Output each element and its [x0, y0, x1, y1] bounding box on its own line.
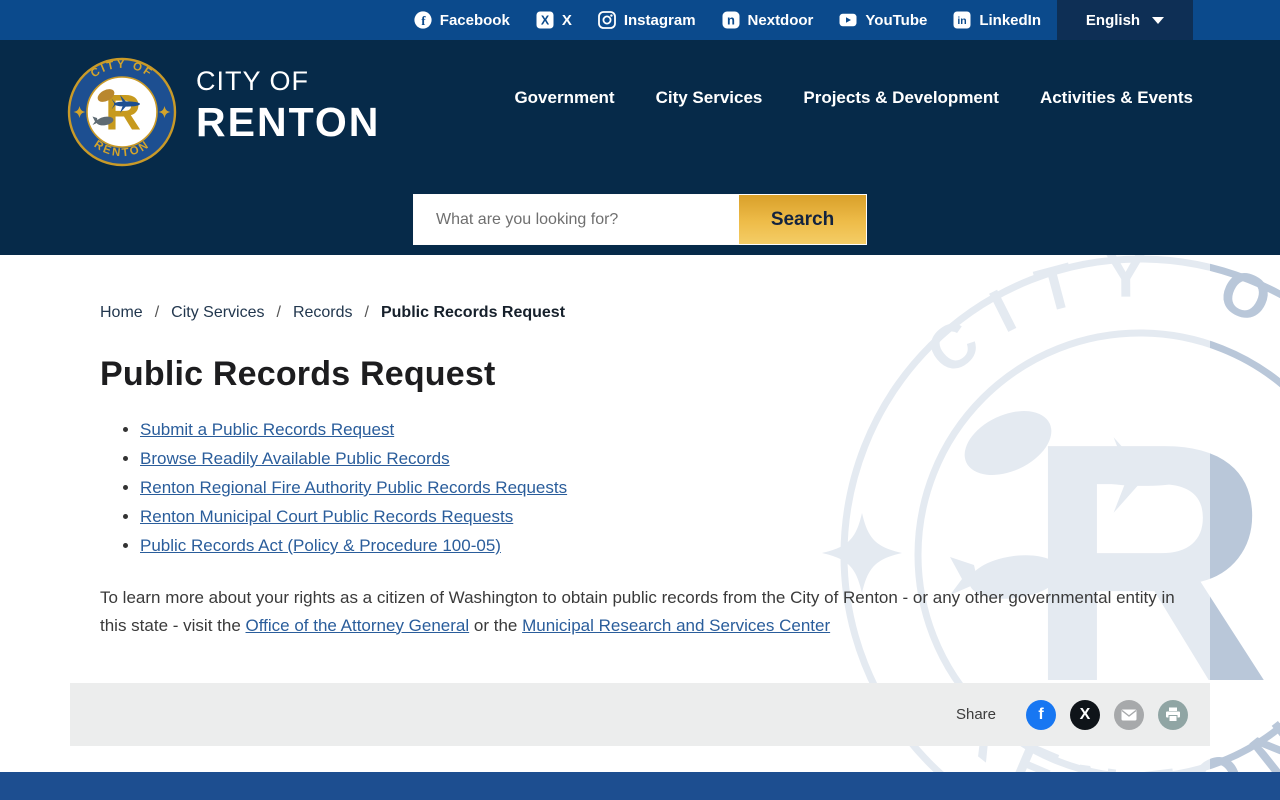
email-icon: [1121, 709, 1137, 720]
list-item: Renton Regional Fire Authority Public Re…: [140, 478, 1210, 498]
breadcrumb-separator: /: [154, 304, 160, 321]
svg-text:n: n: [727, 13, 735, 28]
youtube-link[interactable]: YouTube: [839, 11, 927, 29]
site-search: Search: [413, 194, 867, 245]
paragraph-text: or the: [469, 615, 523, 635]
nav-activities-events[interactable]: Activities & Events: [1040, 88, 1193, 108]
site-header: CITY OF RENTON R CITY OF RENTON Governme…: [0, 40, 1280, 255]
nextdoor-link[interactable]: n Nextdoor: [722, 11, 814, 29]
nav-projects-development[interactable]: Projects & Development: [803, 88, 999, 108]
link-public-records-act[interactable]: Public Records Act (Policy & Procedure 1…: [140, 536, 501, 555]
facebook-label: Facebook: [439, 11, 510, 29]
x-label: X: [561, 11, 572, 29]
instagram-label: Instagram: [623, 11, 696, 29]
share-label: Share: [955, 706, 996, 723]
share-facebook-button[interactable]: f: [1026, 699, 1056, 730]
facebook-link[interactable]: f Facebook: [414, 11, 510, 29]
x-icon: X: [1079, 705, 1091, 723]
link-browse-records[interactable]: Browse Readily Available Public Records: [140, 449, 450, 468]
content-container: Home / City Services / Records / Public …: [70, 304, 1210, 746]
link-attorney-general[interactable]: Office of the Attorney General: [246, 616, 470, 635]
search-button[interactable]: Search: [739, 195, 866, 244]
breadcrumb-separator: /: [364, 304, 369, 321]
site-wordmark[interactable]: CITY OF RENTON: [196, 66, 380, 146]
list-item: Submit a Public Records Request: [140, 420, 1210, 440]
footer-band: [0, 772, 1280, 800]
records-link-list: Submit a Public Records Request Browse R…: [122, 420, 1210, 556]
link-municipal-court[interactable]: Renton Municipal Court Public Records Re…: [140, 507, 513, 526]
linkedin-label: LinkedIn: [979, 11, 1041, 29]
body-paragraph: To learn more about your rights as a cit…: [100, 584, 1180, 639]
nav-city-services[interactable]: City Services: [656, 88, 763, 108]
link-submit-request[interactable]: Submit a Public Records Request: [140, 420, 394, 439]
language-label: English: [1085, 11, 1141, 29]
linkedin-icon: in: [953, 11, 971, 29]
share-email-button[interactable]: [1114, 699, 1144, 730]
share-bar: Share f X: [70, 683, 1210, 746]
chevron-down-icon: [1152, 16, 1165, 24]
list-item: Renton Municipal Court Public Records Re…: [140, 507, 1210, 527]
list-item: Public Records Act (Policy & Procedure 1…: [140, 536, 1210, 556]
nextdoor-icon: n: [722, 11, 740, 29]
x-icon: X: [536, 11, 554, 29]
instagram-link[interactable]: Instagram: [597, 11, 696, 29]
facebook-icon: f: [414, 11, 432, 29]
breadcrumb-city-services[interactable]: City Services: [171, 304, 264, 322]
youtube-label: YouTube: [865, 11, 928, 29]
printer-icon: [1166, 707, 1180, 722]
breadcrumb-home[interactable]: Home: [100, 304, 143, 322]
svg-text:in: in: [958, 15, 967, 27]
social-links: f Facebook X X Instagram n Nextdoor YouT…: [414, 0, 1041, 40]
breadcrumb-records[interactable]: Records: [293, 304, 353, 322]
x-link[interactable]: X X: [536, 11, 572, 29]
instagram-icon: [597, 11, 616, 29]
language-selector[interactable]: English: [1057, 0, 1193, 40]
city-seal-logo[interactable]: CITY OF RENTON R: [67, 57, 177, 167]
svg-text:f: f: [421, 13, 426, 28]
link-mrsc[interactable]: Municipal Research and Services Center: [522, 616, 830, 635]
page-title: Public Records Request: [100, 355, 496, 393]
youtube-icon: [839, 13, 857, 27]
wordmark-city-of: CITY OF: [196, 66, 310, 96]
list-item: Browse Readily Available Public Records: [140, 449, 1210, 469]
facebook-icon: f: [1038, 705, 1044, 723]
breadcrumb: Home / City Services / Records / Public …: [100, 304, 1210, 322]
main-navigation: Government City Services Projects & Deve…: [514, 88, 1193, 108]
share-x-button[interactable]: X: [1070, 699, 1100, 730]
search-input[interactable]: [414, 195, 739, 244]
linkedin-link[interactable]: in LinkedIn: [953, 11, 1041, 29]
breadcrumb-current: Public Records Request: [380, 304, 566, 321]
svg-text:X: X: [541, 13, 550, 27]
link-fire-authority[interactable]: Renton Regional Fire Authority Public Re…: [140, 478, 567, 497]
top-social-bar: f Facebook X X Instagram n Nextdoor YouT…: [0, 0, 1280, 40]
nav-government[interactable]: Government: [514, 88, 614, 108]
share-print-button[interactable]: [1158, 699, 1188, 730]
wordmark-renton: RENTON: [196, 99, 381, 145]
breadcrumb-separator: /: [276, 304, 281, 321]
main-content-area: CITY OF RENTON R Home / City Services / …: [0, 255, 1280, 772]
nextdoor-label: Nextdoor: [747, 11, 814, 29]
